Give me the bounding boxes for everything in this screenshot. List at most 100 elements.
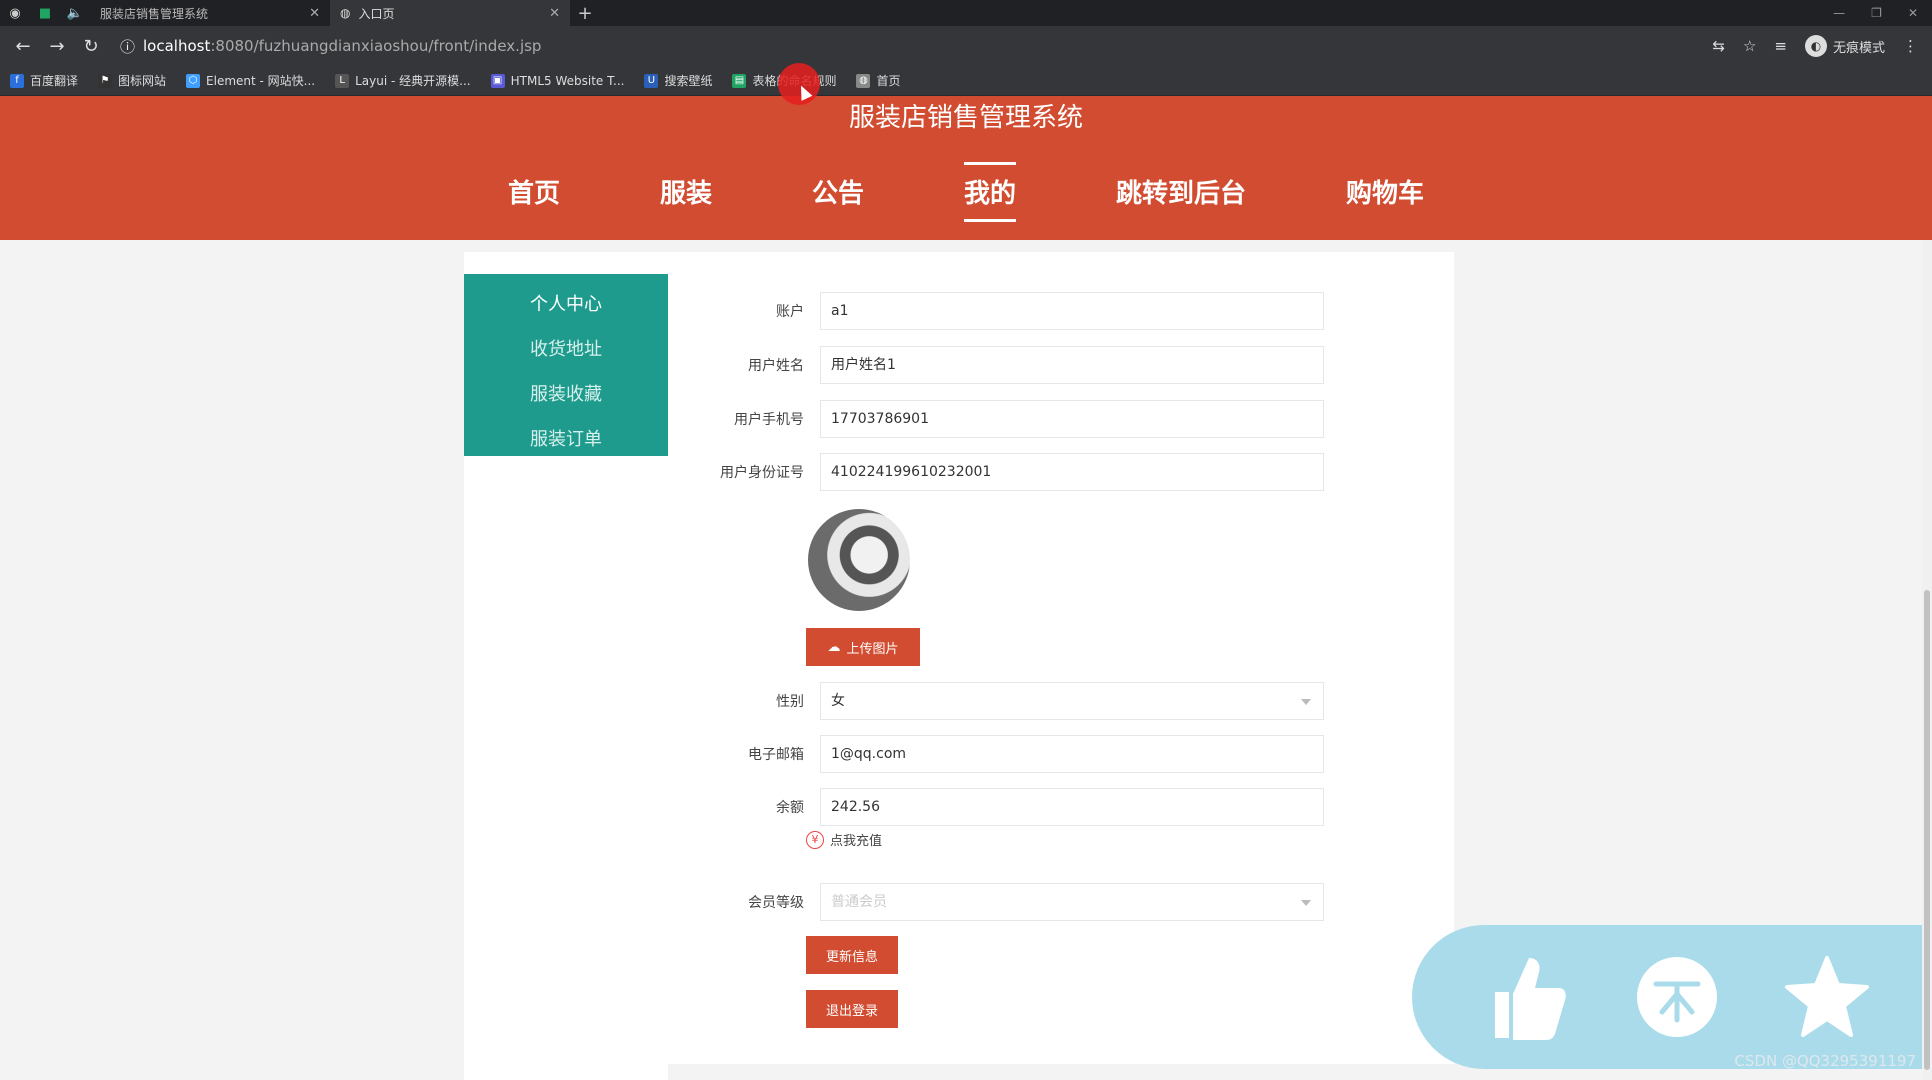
profile-form: 账户 a1 用户姓名 用户姓名1 用户手机号 17703786901 用户身份证… (668, 252, 1454, 1064)
incognito-label: 无痕模式 (1832, 40, 1885, 56)
account-label: 账户 (776, 304, 804, 320)
recharge-link[interactable]: ¥ 点我充值 (806, 830, 882, 849)
site-nav: 首页 服装 公告 我的 跳转到后台 购物车 (0, 162, 1932, 222)
audio-icon[interactable]: 🔈 (60, 0, 90, 26)
browser-tab-2[interactable]: ◍ 入口页 ✕ (330, 0, 570, 26)
back-icon[interactable]: ← (8, 31, 38, 61)
incognito-icon: ◐ (1804, 35, 1827, 57)
member-label: 会员等级 (748, 895, 804, 911)
idcard-label: 用户身份证号 (720, 465, 804, 481)
form-row-balance: 余额 242.56 (668, 788, 1454, 826)
form-row-idcard: 用户身份证号 410224199610232001 (668, 453, 1454, 491)
phone-label: 用户手机号 (734, 412, 804, 428)
reading-list-icon[interactable]: ≡ (1774, 37, 1787, 55)
member-level-select[interactable]: 普通会员 (820, 883, 1324, 921)
form-row-account: 账户 a1 (668, 292, 1454, 330)
globe-icon: ◍ (856, 73, 871, 88)
idcard-input[interactable]: 410224199610232001 (820, 453, 1324, 491)
cloud-upload-icon: ☁ (827, 639, 841, 654)
bookmark-item[interactable]: U 搜索壁纸 (644, 72, 712, 89)
name-label: 用户姓名 (748, 358, 804, 374)
bookmark-icon: ▣ (490, 73, 505, 88)
nav-mine[interactable]: 我的 (914, 162, 1066, 222)
content-panel: 个人中心 收货地址 服装收藏 服装订单 账户 a1 用户姓名 用户姓名1 用户手… (464, 252, 1454, 1080)
bookmark-star-icon[interactable]: ☆ (1743, 37, 1756, 55)
sidebar-item-favorites[interactable]: 服装收藏 (464, 372, 668, 417)
bookmark-item[interactable]: ⬡ Element - 网站快... (186, 72, 315, 89)
browser-tab-1[interactable]: 服装店销售管理系统 ✕ (90, 0, 330, 26)
logout-button[interactable]: 退出登录 (806, 990, 898, 1028)
nav-cart[interactable]: 购物车 (1296, 166, 1474, 222)
watermark: CSDN @QQ3295391197 (1734, 1052, 1916, 1070)
info-icon[interactable]: ⓘ (120, 36, 135, 57)
bookmark-item[interactable]: ◍ 首页 (856, 72, 901, 89)
phone-input[interactable]: 17703786901 (820, 400, 1324, 438)
tab-close-icon[interactable]: ✕ (309, 6, 320, 21)
sheet-icon: ▤ (732, 73, 747, 88)
thumbs-up-icon[interactable] (1482, 952, 1572, 1042)
pinned-tab-icon[interactable]: ■ (30, 0, 60, 26)
form-row-phone: 用户手机号 17703786901 (668, 400, 1454, 438)
bookmark-item[interactable]: L Layui - 经典开源模... (335, 72, 471, 89)
tab-close-icon[interactable]: ✕ (549, 6, 560, 21)
new-tab-button[interactable]: + (570, 3, 600, 24)
globe-icon: ◍ (340, 6, 351, 20)
close-icon[interactable]: ✕ (1908, 6, 1918, 20)
nav-home[interactable]: 首页 (458, 166, 610, 222)
page-scrollbar[interactable] (1922, 240, 1932, 1080)
user-sidebar: 个人中心 收货地址 服装收藏 服装订单 (464, 274, 668, 456)
bookmark-icon: L (335, 73, 350, 88)
floating-action-bar (1412, 925, 1932, 1069)
bookmark-icon: U (644, 73, 659, 88)
forward-icon[interactable]: → (42, 31, 72, 61)
balance-input[interactable]: 242.56 (820, 788, 1324, 826)
nav-announcement[interactable]: 公告 (762, 166, 914, 222)
gender-select[interactable]: 女 (820, 682, 1324, 720)
bookmark-item[interactable]: f 百度翻译 (10, 72, 78, 89)
tab-title: 入口页 (358, 6, 395, 21)
sidebar-item-personal-center[interactable]: 个人中心 (464, 282, 668, 327)
form-row-name: 用户姓名 用户姓名1 (668, 346, 1454, 384)
upload-label: 上传图片 (846, 640, 899, 656)
bookmark-item[interactable]: ▣ HTML5 Website T... (490, 73, 624, 88)
sidebar-panel (464, 456, 668, 1080)
incognito-indicator[interactable]: ◐ 无痕模式 (1804, 35, 1885, 57)
window-controls: — ❐ ✕ (1833, 6, 1932, 20)
url-field[interactable]: ⓘ localhost:8080/fuzhuangdianxiaoshou/fr… (110, 31, 1708, 61)
star-icon[interactable] (1782, 952, 1872, 1042)
more-menu-icon[interactable]: ⋮ (1903, 37, 1918, 55)
reload-icon[interactable]: ↻ (76, 31, 106, 61)
nav-admin[interactable]: 跳转到后台 (1066, 166, 1296, 222)
cursor-highlight (778, 63, 820, 105)
restore-icon[interactable]: ❐ (1871, 6, 1882, 20)
translate-icon[interactable]: ⇆ (1712, 37, 1725, 55)
account-input[interactable]: a1 (820, 292, 1324, 330)
recharge-label: 点我充值 (830, 834, 883, 849)
form-row-gender: 性别 女 (668, 682, 1454, 720)
nav-clothing[interactable]: 服装 (610, 166, 762, 222)
email-label: 电子邮箱 (748, 747, 804, 763)
name-input[interactable]: 用户姓名1 (820, 346, 1324, 384)
update-info-button[interactable]: 更新信息 (806, 936, 898, 974)
sidebar-item-address[interactable]: 收货地址 (464, 327, 668, 372)
minimize-icon[interactable]: — (1833, 6, 1845, 20)
coin-icon[interactable] (1632, 952, 1722, 1042)
yen-icon: ¥ (806, 830, 824, 849)
bookmark-icon: f (10, 73, 24, 88)
email-input[interactable]: 1@qq.com (820, 735, 1324, 773)
upload-image-button[interactable]: ☁ 上传图片 (806, 628, 920, 666)
browser-menu-icon[interactable]: ◉ (0, 0, 30, 26)
browser-tab-bar: ◉ ■ 🔈 服装店销售管理系统 ✕ ◍ 入口页 ✕ + — ❐ ✕ (0, 0, 1932, 26)
url-path: :8080/fuzhuangdianxiaoshou/front/index.j… (210, 37, 542, 55)
balance-label: 余额 (776, 800, 804, 816)
bookmarks-bar: f 百度翻译 ⚑ 图标网站 ⬡ Element - 网站快... L Layui - 经… (0, 66, 1932, 96)
site-title: 服装店销售管理系统 (848, 103, 1083, 133)
gender-label: 性别 (776, 694, 804, 710)
scrollbar-thumb[interactable] (1924, 590, 1930, 1070)
url-host: localhost (143, 37, 211, 55)
tab-title: 服装店销售管理系统 (100, 6, 209, 21)
avatar (808, 509, 910, 611)
flag-icon: ⚑ (98, 73, 113, 88)
bookmark-item[interactable]: ⚑ 图标网站 (98, 72, 166, 89)
bookmark-icon: ⬡ (186, 73, 201, 88)
